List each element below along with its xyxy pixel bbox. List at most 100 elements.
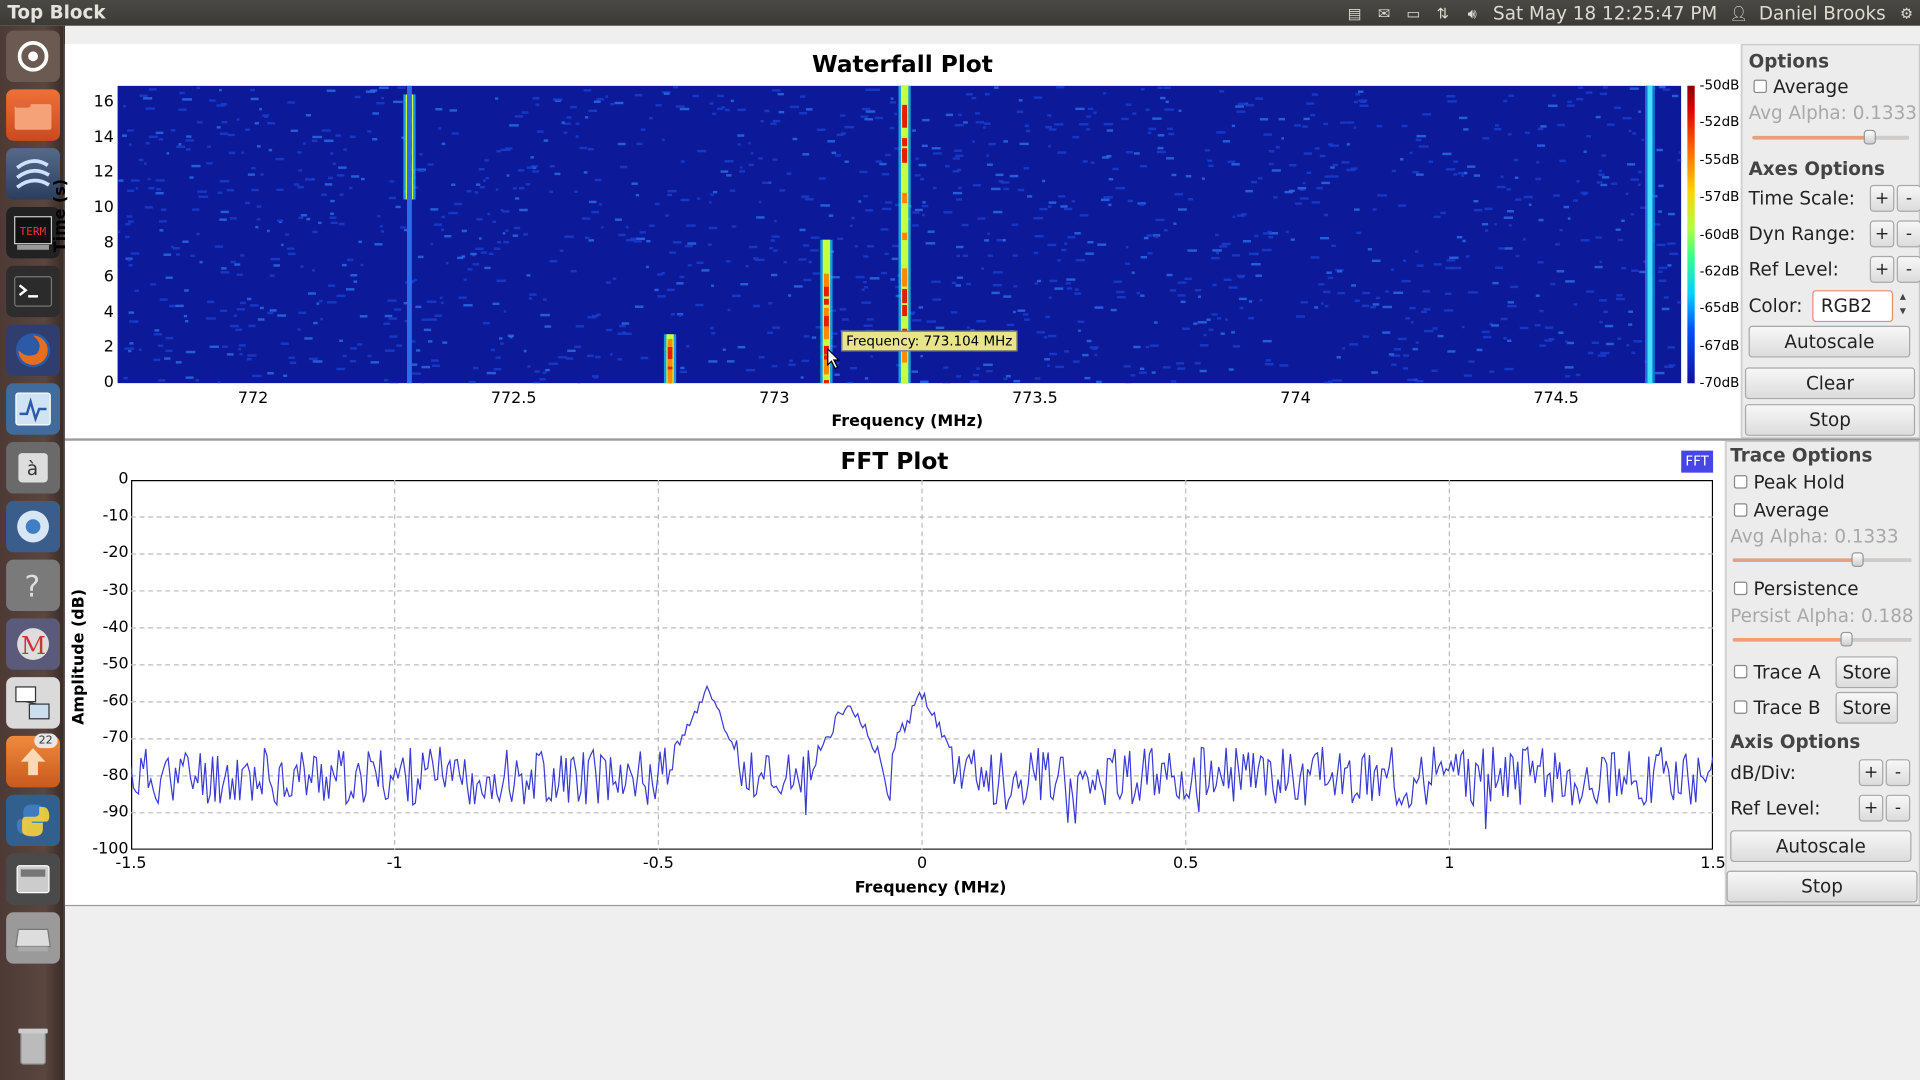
- fft-autoscale-button[interactable]: Autoscale: [1730, 830, 1912, 863]
- avg-alpha-slider[interactable]: [1752, 135, 1909, 140]
- ref-level-minus-button[interactable]: -: [1896, 255, 1920, 283]
- trash-icon[interactable]: [6, 1020, 60, 1071]
- fft-avg-alpha-slider-handle[interactable]: [1851, 552, 1864, 567]
- waterfall-noise-pixel: [1194, 288, 1202, 292]
- fft-avg-alpha-slider[interactable]: [1732, 558, 1912, 563]
- mail-icon[interactable]: ✉: [1375, 6, 1392, 21]
- help-icon[interactable]: ?: [6, 559, 61, 612]
- terminal-icon[interactable]: [6, 265, 61, 318]
- dyn-range-minus-button[interactable]: -: [1896, 220, 1920, 248]
- waterfall-noise-pixel: [1678, 151, 1682, 154]
- waterfall-noise-pixel: [567, 349, 576, 353]
- waterfall-noise-pixel: [166, 152, 170, 155]
- db-div-plus-button[interactable]: +: [1858, 759, 1884, 787]
- waterfall-noise-pixel: [165, 336, 174, 340]
- persist-alpha-slider[interactable]: [1732, 637, 1912, 642]
- files-icon[interactable]: [6, 89, 61, 141]
- svg-text:?: ?: [24, 569, 40, 603]
- avg-alpha-slider-handle[interactable]: [1863, 129, 1876, 145]
- waterfall-noise-pixel: [679, 370, 688, 374]
- time-scale-plus-button[interactable]: +: [1869, 184, 1895, 212]
- waterfall-noise-pixel: [1279, 364, 1289, 367]
- fft-legend[interactable]: FFT: [1681, 450, 1714, 473]
- fft-stop-button[interactable]: Stop: [1726, 870, 1918, 903]
- waterfall-noise-pixel: [885, 153, 891, 157]
- waterfall-noise-pixel: [1492, 281, 1499, 285]
- network-icon[interactable]: ⇅: [1434, 6, 1451, 21]
- software-updater-icon[interactable]: 22: [6, 733, 61, 788]
- waterfall-noise-pixel: [427, 340, 433, 343]
- dash-home-icon[interactable]: [6, 30, 61, 83]
- waterfall-noise-pixel: [1087, 240, 1094, 244]
- waterfall-noise-pixel: [1503, 336, 1507, 340]
- dyn-range-plus-button[interactable]: +: [1869, 220, 1895, 248]
- system-monitor-icon[interactable]: [6, 383, 61, 435]
- gear-icon[interactable]: ⚙: [1898, 6, 1915, 21]
- waterfall-noise-pixel: [1658, 85, 1666, 89]
- trace-b-checkbox[interactable]: [1733, 700, 1748, 714]
- waterfall-noise-pixel: [1067, 235, 1076, 239]
- chromium-icon[interactable]: [6, 500, 61, 553]
- gmail-app-icon[interactable]: M: [6, 618, 61, 670]
- waterfall-noise-pixel: [596, 97, 604, 101]
- waterfall-noise-pixel: [836, 133, 844, 137]
- waterfall-noise-pixel: [956, 276, 963, 279]
- waterfall-noise-pixel: [219, 88, 222, 92]
- waterfall-noise-pixel: [1176, 362, 1184, 365]
- color-select-arrow-icon[interactable]: ▴ ▾: [1894, 290, 1911, 322]
- fft-x-tick: 0: [916, 854, 928, 874]
- trace-a-store-button[interactable]: Store: [1835, 656, 1898, 689]
- trace-b-store-button[interactable]: Store: [1835, 691, 1898, 724]
- waterfall-noise-pixel: [952, 170, 960, 173]
- waterfall-noise-pixel: [1184, 277, 1192, 281]
- fft-average-checkbox[interactable]: [1733, 503, 1748, 517]
- fft-plot-canvas[interactable]: [131, 480, 1714, 850]
- waterfall-noise-pixel: [298, 311, 307, 315]
- waterfall-stop-button[interactable]: Stop: [1744, 404, 1916, 436]
- waterfall-noise-pixel: [788, 363, 796, 367]
- trace-a-checkbox[interactable]: [1733, 664, 1748, 679]
- waterfall-noise-pixel: [1481, 222, 1489, 226]
- keyboard-icon[interactable]: ▤: [1346, 6, 1363, 21]
- waterfall-noise-pixel: [139, 94, 148, 97]
- time-scale-minus-button[interactable]: -: [1896, 184, 1920, 212]
- battery-icon[interactable]: ▭: [1405, 6, 1422, 21]
- waterfall-noise-pixel: [395, 205, 401, 209]
- waterfall-noise-pixel: [1019, 142, 1029, 146]
- db-div-minus-button[interactable]: -: [1885, 759, 1911, 787]
- character-map-icon[interactable]: à: [6, 442, 61, 494]
- waterfall-noise-pixel: [1626, 343, 1630, 347]
- persistence-checkbox[interactable]: [1733, 581, 1748, 596]
- ref-level-plus-button[interactable]: +: [1869, 255, 1895, 283]
- color-select[interactable]: RGB2: [1812, 290, 1894, 323]
- clear-button[interactable]: Clear: [1744, 367, 1916, 400]
- user-name[interactable]: Daniel Brooks: [1759, 2, 1886, 24]
- waterfall-noise-pixel: [155, 192, 164, 195]
- clock[interactable]: Sat May 18 12:25:47 PM: [1493, 2, 1717, 24]
- autoscale-button[interactable]: Autoscale: [1748, 325, 1911, 358]
- waterfall-noise-pixel: [158, 138, 164, 141]
- waterfall-noise-pixel: [1248, 252, 1259, 256]
- drive-icon[interactable]: [6, 912, 61, 964]
- waterfall-noise-pixel: [920, 380, 929, 384]
- diagram-editor-icon[interactable]: [6, 677, 61, 729]
- average-checkbox[interactable]: [1753, 79, 1767, 94]
- waterfall-noise-pixel: [606, 328, 613, 332]
- waterfall-noise-pixel: [711, 284, 714, 287]
- peak-hold-checkbox[interactable]: [1733, 475, 1748, 489]
- fft-ref-level-plus-button[interactable]: +: [1858, 794, 1884, 822]
- waterfall-noise-pixel: [844, 160, 849, 163]
- waterfall-noise-pixel: [1410, 320, 1414, 324]
- persist-alpha-slider-handle[interactable]: [1840, 631, 1853, 647]
- waterfall-noise-pixel: [1048, 128, 1057, 131]
- fft-y-tick: -20: [102, 544, 129, 563]
- waterfall-noise-pixel: [221, 120, 228, 124]
- waterfall-noise-pixel: [869, 277, 880, 280]
- fft-ref-level-minus-button[interactable]: -: [1885, 794, 1911, 822]
- waterfall-noise-pixel: [1491, 324, 1499, 327]
- volume-icon[interactable]: 🔊︎: [1464, 6, 1481, 21]
- python-icon[interactable]: [6, 794, 61, 847]
- firefox-icon[interactable]: [6, 324, 61, 376]
- workspace-switcher-icon[interactable]: [6, 853, 61, 905]
- waterfall-noise-pixel: [952, 191, 963, 195]
